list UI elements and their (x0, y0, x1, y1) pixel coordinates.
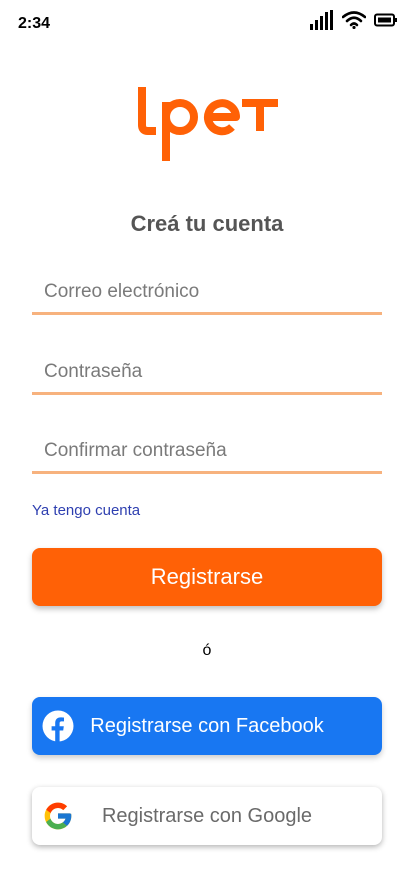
email-field[interactable] (32, 272, 382, 312)
status-time: 2:34 (18, 15, 51, 32)
signup-screen: 2:34 Creá tu cuenta Correo electrónico Y… (0, 0, 414, 896)
facebook-button-label: Registrarse con Facebook (90, 714, 324, 737)
google-icon (42, 800, 74, 832)
status-icons (310, 10, 398, 35)
password-field[interactable] (32, 352, 382, 392)
facebook-icon (42, 710, 74, 742)
lpet-logo (136, 85, 278, 161)
lpet-logo-graphic (138, 87, 278, 161)
signal-icon (310, 10, 334, 35)
confirm-password-field-container (32, 431, 382, 474)
facebook-signup-button[interactable]: Registrarse con Facebook (32, 697, 382, 755)
or-separator: ó (202, 642, 212, 659)
register-button-label: Registrarse (150, 564, 264, 589)
email-field-container (32, 272, 382, 315)
google-button-label: Registrarse con Google (101, 804, 313, 827)
register-button[interactable]: Registrarse (32, 548, 382, 606)
password-field-container (32, 352, 382, 395)
confirm-password-field[interactable] (32, 431, 382, 471)
google-signup-button[interactable]: Registrarse con Google (32, 787, 382, 845)
status-bar: 2:34 (0, 0, 414, 44)
login-link[interactable]: Ya tengo cuenta (32, 502, 140, 519)
wifi-icon (341, 11, 367, 34)
page-title: Creá tu cuenta (130, 211, 284, 236)
battery-icon (374, 13, 398, 32)
